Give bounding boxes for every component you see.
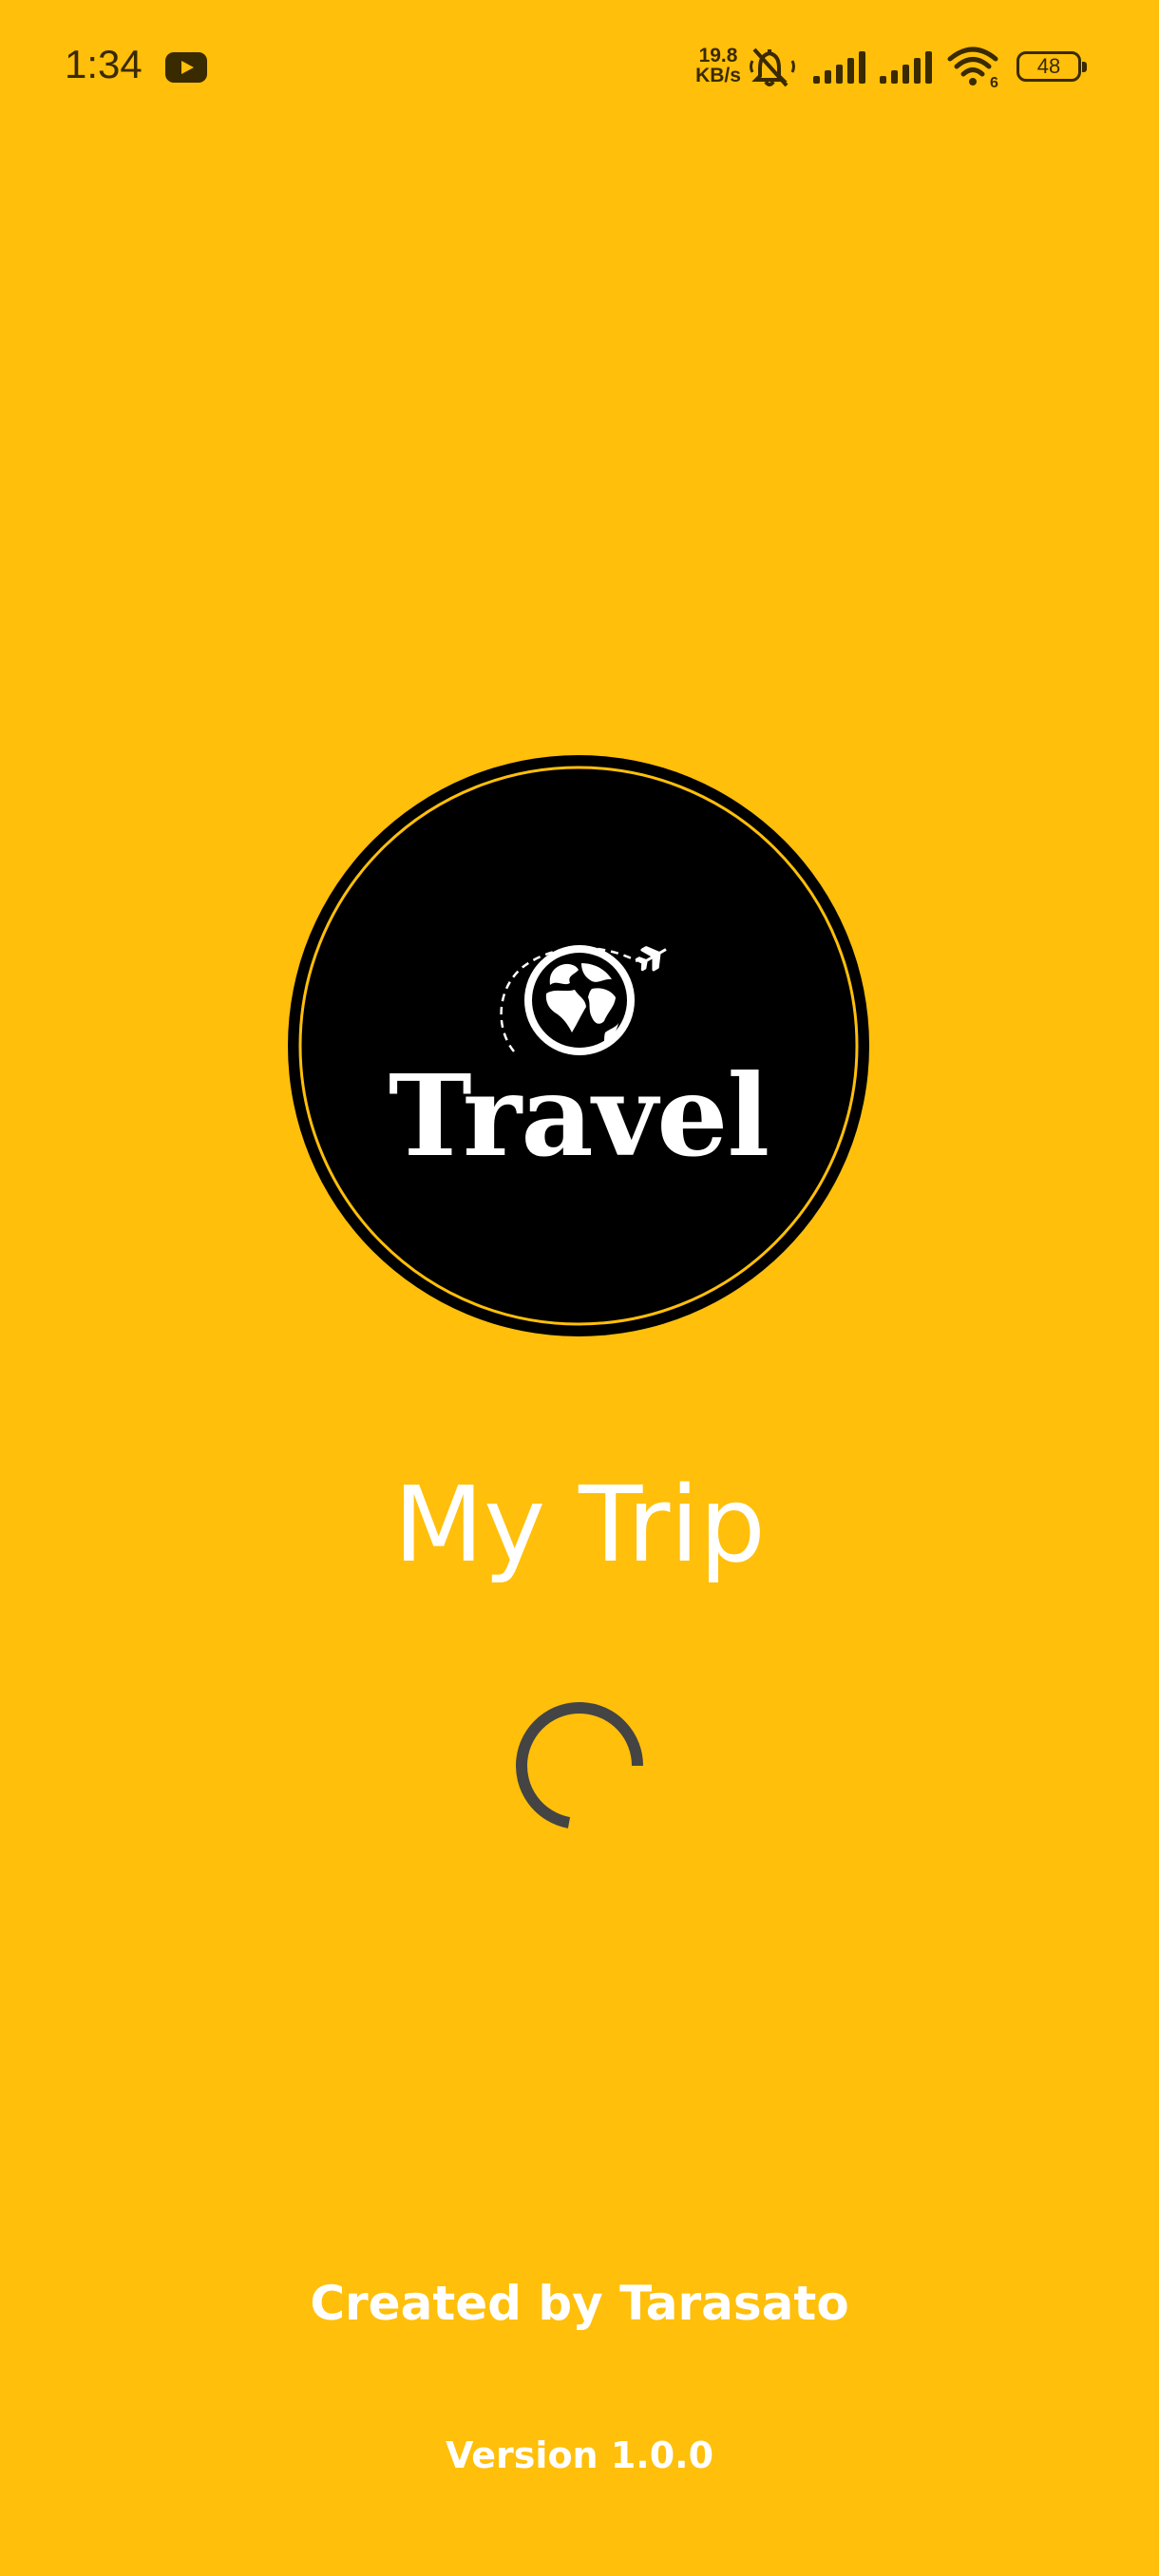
status-bar: 1:34 19.8 KB/s 6 48: [0, 0, 1159, 133]
loading-spinner: [516, 1702, 643, 1828]
globe-icon: [524, 945, 635, 1055]
svg-text:6: 6: [990, 75, 998, 89]
credit-text: Created by Tarasato: [310, 2276, 849, 2331]
network-speed-value: 19.8: [698, 45, 738, 66]
version-text: Version 1.0.0: [445, 2434, 714, 2476]
signal-icon: [880, 51, 932, 84]
status-time: 1:34: [65, 42, 142, 86]
signal-icon: [813, 51, 865, 84]
battery-icon: 48: [1016, 51, 1087, 82]
youtube-icon: [165, 52, 207, 83]
logo-text: Travel: [388, 1050, 770, 1182]
app-title: My Trip: [393, 1464, 766, 1585]
travel-logo: [288, 755, 869, 1336]
battery-level: 48: [1036, 54, 1061, 78]
network-speed: 19.8 KB/s: [690, 46, 747, 85]
network-speed-unit: KB/s: [695, 65, 741, 86]
wifi-icon: 6: [947, 47, 998, 89]
mute-icon: [750, 47, 795, 87]
